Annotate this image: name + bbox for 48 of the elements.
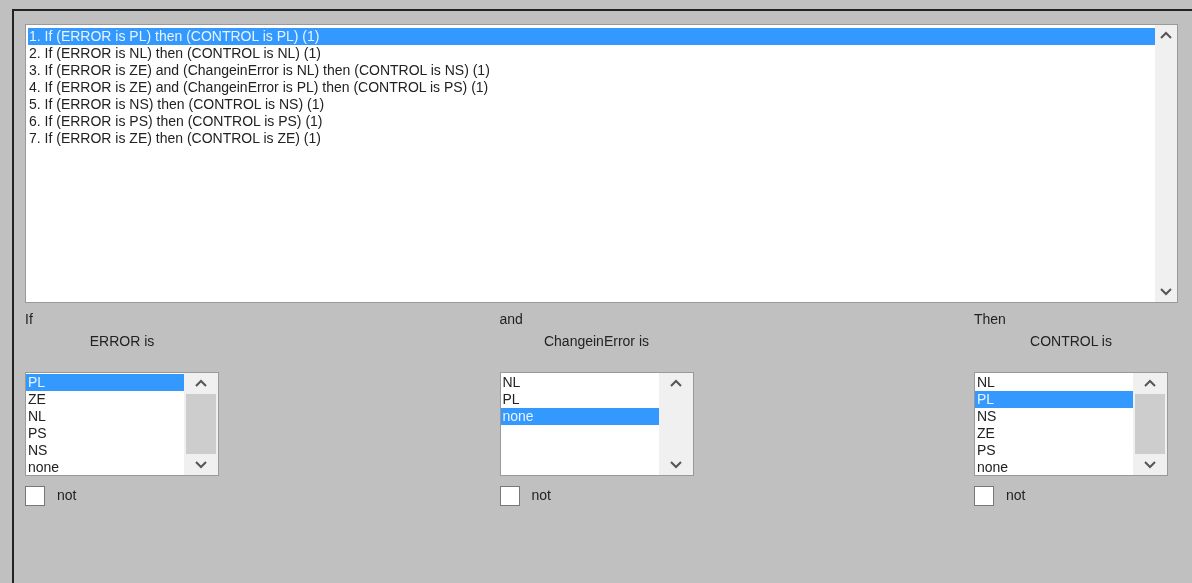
- option-item[interactable]: PS: [975, 442, 1133, 459]
- option-list[interactable]: PL ZE NL PS NS none: [25, 372, 219, 476]
- scrollbar[interactable]: [184, 373, 218, 475]
- variable-label: ERROR is: [89, 332, 155, 350]
- scroll-down-icon[interactable]: [1160, 288, 1172, 296]
- scroll-down-icon[interactable]: [669, 461, 682, 469]
- checkbox-label: not: [1006, 486, 1026, 505]
- option-list[interactable]: NL PL NS ZE PS none: [974, 372, 1168, 476]
- scroll-thumb[interactable]: [186, 394, 216, 454]
- checkbox-label: not: [57, 486, 77, 505]
- rule-list[interactable]: [25, 24, 1178, 303]
- scroll-thumb[interactable]: [1135, 394, 1165, 454]
- option-item[interactable]: none: [975, 459, 1133, 476]
- scrollbar[interactable]: [1133, 373, 1167, 475]
- scrollbar[interactable]: [1155, 25, 1177, 302]
- checkbox[interactable]: [25, 485, 45, 506]
- section-heading: Then: [974, 310, 1006, 328]
- rule-item[interactable]: 4. If (ERROR is ZE) and (ChangeinError is PL) then (CONTROL is PS) (1): [28, 79, 1155, 96]
- scroll-up-icon[interactable]: [1160, 31, 1172, 39]
- variable-label: ChangeinError is: [543, 332, 650, 350]
- scroll-up-icon[interactable]: [669, 379, 682, 387]
- checkbox[interactable]: [499, 485, 520, 506]
- option-item[interactable]: ZE: [26, 391, 184, 408]
- option-list[interactable]: NL PL none: [499, 372, 694, 476]
- checkbox[interactable]: [974, 485, 994, 506]
- option-item[interactable]: NL: [500, 374, 659, 391]
- rule-item[interactable]: 7. If (ERROR is ZE) then (CONTROL is ZE) (1): [28, 130, 1155, 147]
- scroll-up-icon[interactable]: [1144, 379, 1156, 387]
- option-item[interactable]: none: [26, 459, 184, 476]
- checkbox-label: not: [531, 486, 551, 505]
- option-item[interactable]: ZE: [975, 425, 1133, 442]
- option-item[interactable]: PL: [500, 391, 659, 408]
- option-item[interactable]: NL: [26, 408, 184, 425]
- rule-item[interactable]: 2. If (ERROR is NL) then (CONTROL is NL) (1): [28, 45, 1155, 62]
- scroll-up-icon[interactable]: [195, 379, 207, 387]
- rule-item[interactable]: 5. If (ERROR is NS) then (CONTROL is NS) (1): [28, 96, 1155, 113]
- rule-item[interactable]: 6. If (ERROR is PS) then (CONTROL is PS) (1): [28, 113, 1155, 130]
- option-item[interactable]: NS: [26, 442, 184, 459]
- scroll-down-icon[interactable]: [195, 461, 207, 469]
- section-heading: and: [499, 310, 523, 328]
- option-item[interactable]: PS: [26, 425, 184, 442]
- option-item[interactable]: NS: [975, 408, 1133, 425]
- option-item[interactable]: NL: [975, 374, 1133, 391]
- section-heading: If: [25, 310, 33, 328]
- scrollbar[interactable]: [658, 373, 693, 475]
- variable-label: CONTROL is: [1030, 332, 1112, 350]
- scroll-down-icon[interactable]: [1144, 461, 1156, 469]
- rule-item[interactable]: 3. If (ERROR is ZE) and (ChangeinError is NL) then (CONTROL is NS) (1): [28, 62, 1155, 79]
